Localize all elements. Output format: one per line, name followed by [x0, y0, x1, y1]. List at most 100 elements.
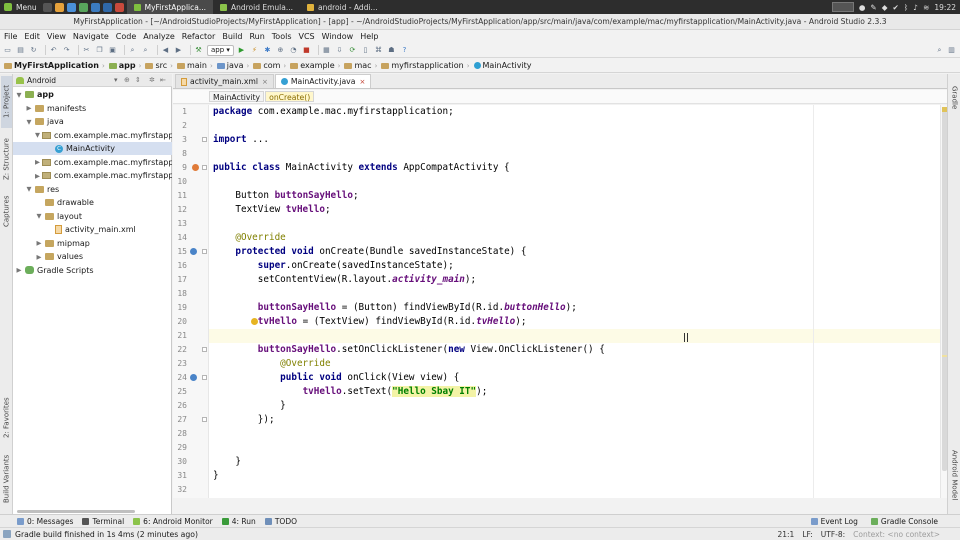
- chrome-launcher-icon[interactable]: [66, 2, 76, 12]
- context-indicator[interactable]: Context: <no context>: [853, 530, 940, 539]
- code-line[interactable]: @Override: [213, 357, 330, 371]
- menu-window[interactable]: Window: [318, 32, 357, 41]
- nav-crumb-main[interactable]: main ›: [175, 61, 215, 70]
- collapse-all-icon[interactable]: ⇕: [135, 77, 142, 84]
- tree-item-activity-main-xml[interactable]: activity_main.xml: [13, 223, 172, 236]
- line-number[interactable]: 1: [173, 105, 187, 119]
- find-icon[interactable]: ⌕: [128, 46, 137, 55]
- nav-crumb-project[interactable]: MyFirstApplication ›: [2, 61, 107, 70]
- paste-icon[interactable]: ▣: [108, 46, 117, 55]
- line-number[interactable]: 9: [173, 161, 187, 175]
- fold-toggle-icon[interactable]: [202, 347, 207, 352]
- tree-item-manifests[interactable]: ▶ manifests: [13, 102, 172, 115]
- menu-edit[interactable]: Edit: [20, 32, 43, 41]
- copy-icon[interactable]: ❐: [95, 46, 104, 55]
- code-line[interactable]: setContentView(R.layout.activity_main);: [213, 273, 476, 287]
- run-config-select[interactable]: app ▾: [207, 44, 234, 56]
- nav-crumb-app[interactable]: app ›: [107, 61, 144, 70]
- search-everywhere-icon[interactable]: ⌕: [935, 46, 944, 55]
- help-icon[interactable]: ?: [400, 46, 409, 55]
- taskbar-item-browser[interactable]: android - Addi...: [300, 0, 385, 14]
- horizontal-scrollbar[interactable]: [17, 510, 135, 513]
- code-line[interactable]: tvHello = (TextView) findViewById(R.id.t…: [213, 315, 527, 329]
- open-icon[interactable]: ▭: [3, 46, 12, 55]
- code-line[interactable]: }: [213, 469, 219, 483]
- code-line[interactable]: tvHello.setText("Hello Sbay IT");: [213, 385, 487, 399]
- forward-icon[interactable]: ▶: [174, 46, 183, 55]
- code-line[interactable]: import ...: [213, 133, 269, 147]
- save-all-icon[interactable]: ▤: [16, 46, 25, 55]
- terminal-launcher-icon[interactable]: [90, 2, 100, 12]
- line-number[interactable]: 2: [173, 119, 187, 133]
- hide-panel-icon[interactable]: ⇤: [160, 77, 167, 84]
- tab-mainactivity-java[interactable]: MainActivity.java ×: [274, 74, 372, 88]
- android-icon[interactable]: ☗: [387, 46, 396, 55]
- project-view-mode[interactable]: Android: [27, 76, 56, 85]
- tool-tab-favorites[interactable]: 2: Favorites: [1, 392, 12, 444]
- menu-code[interactable]: Code: [112, 32, 139, 41]
- menu-navigate[interactable]: Navigate: [69, 32, 112, 41]
- code-line[interactable]: }: [213, 399, 286, 413]
- nav-crumb-package[interactable]: myfirstapplication ›: [379, 61, 471, 70]
- chevron-down-icon[interactable]: ▼: [15, 91, 23, 99]
- replace-icon[interactable]: ⌕: [141, 46, 150, 55]
- line-number[interactable]: 28: [173, 427, 187, 441]
- menu-run[interactable]: Run: [245, 32, 267, 41]
- chevron-right-icon[interactable]: ▶: [35, 253, 43, 261]
- tree-item-layout[interactable]: ▼ layout: [13, 210, 172, 223]
- line-number[interactable]: 22: [173, 343, 187, 357]
- files-launcher-icon[interactable]: [78, 2, 88, 12]
- make-project-icon[interactable]: ⚒: [194, 46, 203, 55]
- tool-button-todo[interactable]: TODO: [262, 517, 303, 526]
- stop-icon[interactable]: ■: [302, 46, 311, 55]
- scrollbar-thumb[interactable]: [942, 111, 947, 471]
- chevron-right-icon[interactable]: ▶: [15, 266, 23, 274]
- breadcrumb-class[interactable]: MainActivity: [209, 91, 265, 102]
- tool-button-messages[interactable]: 0: Messages: [14, 517, 79, 526]
- project-structure-icon[interactable]: ▦: [322, 46, 331, 55]
- file-encoding[interactable]: UTF-8:: [821, 530, 845, 539]
- sync-scroll-icon[interactable]: ⊕: [124, 77, 131, 84]
- volume-icon[interactable]: ♪: [913, 3, 918, 12]
- close-icon[interactable]: ×: [262, 78, 268, 86]
- tool-tab-android-model[interactable]: Android Model: [949, 450, 960, 510]
- start-menu-button[interactable]: Menu: [0, 0, 43, 14]
- chevron-down-icon[interactable]: ▼: [35, 212, 43, 220]
- code-line[interactable]: protected void onCreate(Bundle savedInst…: [213, 245, 526, 259]
- intention-bulb-icon[interactable]: [251, 318, 258, 325]
- caret-position[interactable]: 21:1: [777, 530, 794, 539]
- menu-help[interactable]: Help: [356, 32, 381, 41]
- debug-icon[interactable]: ✱: [263, 46, 272, 55]
- tool-button-android-monitor[interactable]: 6: Android Monitor: [130, 517, 219, 526]
- tool-tab-gradle[interactable]: Gradle: [949, 86, 960, 120]
- menu-build[interactable]: Build: [218, 32, 245, 41]
- tree-item-com-example-mac-myfirstapplication[interactable]: ▶ com.example.mac.myfirstapplication (and…: [13, 156, 172, 169]
- taskbar-item-android-studio[interactable]: MyFirstApplica...: [126, 0, 213, 14]
- tree-item-com-example-mac-myfirstapplication[interactable]: ▼ com.example.mac.myfirstapplication: [13, 129, 172, 142]
- chevron-down-icon[interactable]: ▾: [114, 76, 118, 84]
- run-icon[interactable]: ▶: [237, 46, 246, 55]
- line-number[interactable]: 14: [173, 231, 187, 245]
- line-number[interactable]: 31: [173, 469, 187, 483]
- override-method-marker-icon[interactable]: [190, 248, 197, 255]
- menu-view[interactable]: View: [43, 32, 69, 41]
- tool-tab-captures[interactable]: Captures: [1, 190, 12, 232]
- tool-windows-toggle-icon[interactable]: [3, 530, 11, 538]
- nav-crumb-example[interactable]: example ›: [288, 61, 342, 70]
- nav-crumb-mac[interactable]: mac ›: [342, 61, 379, 70]
- nav-crumb-java[interactable]: java ›: [215, 61, 252, 70]
- network-icon[interactable]: ✎: [870, 3, 876, 12]
- security-icon[interactable]: ◆: [882, 3, 888, 12]
- tree-item-mipmap[interactable]: ▶ mipmap: [13, 237, 172, 250]
- tree-item-mainactivity[interactable]: C MainActivity: [13, 142, 172, 155]
- code-line[interactable]: });: [213, 413, 275, 427]
- menu-tools[interactable]: Tools: [268, 32, 295, 41]
- chevron-right-icon[interactable]: ▶: [35, 172, 40, 180]
- line-number[interactable]: 26: [173, 399, 187, 413]
- line-number[interactable]: 11: [173, 189, 187, 203]
- fold-toggle-icon[interactable]: [202, 165, 207, 170]
- tool-button-run[interactable]: 4: Run: [219, 517, 262, 526]
- menu-analyze[interactable]: Analyze: [139, 32, 178, 41]
- tree-item-com-example-mac-myfirstapplication[interactable]: ▶ com.example.mac.myfirstapplication (tes…: [13, 169, 172, 182]
- sync-icon[interactable]: ↻: [29, 46, 38, 55]
